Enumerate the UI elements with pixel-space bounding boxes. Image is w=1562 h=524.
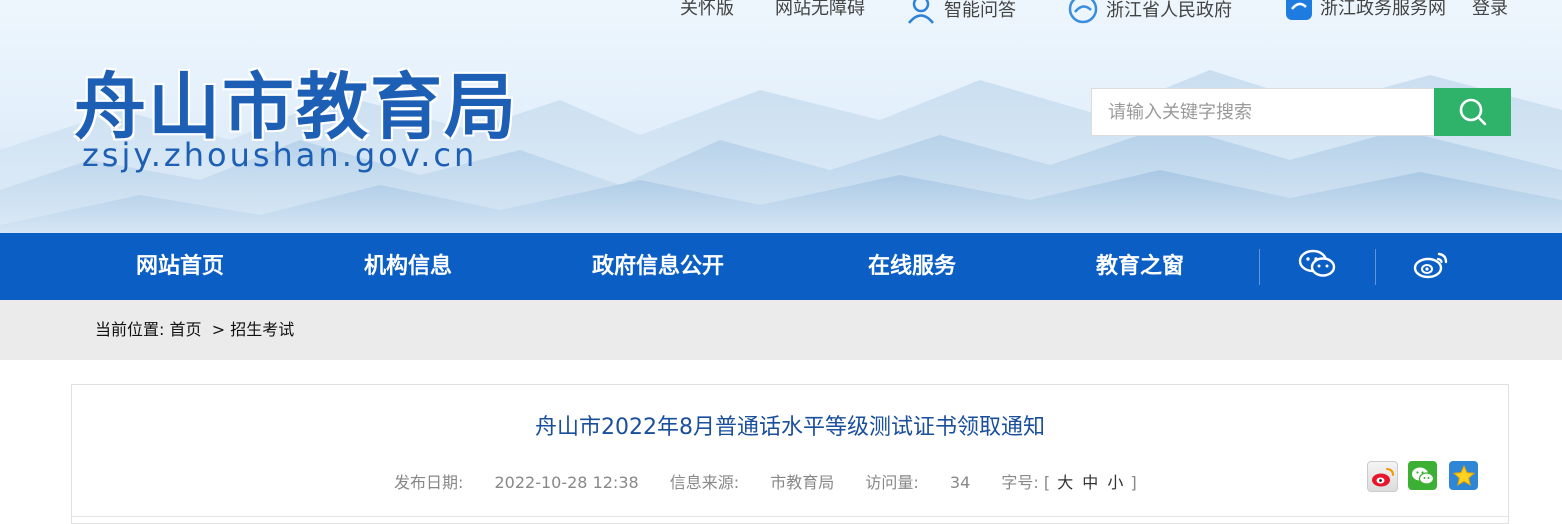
smart-qa-link[interactable]: 智能问答 — [906, 0, 1016, 24]
main-nav: 网站首页 机构信息 政府信息公开 在线服务 教育之窗 — [0, 233, 1562, 300]
smart-qa-label: 智能问答 — [944, 0, 1016, 21]
breadcrumb-current-link[interactable]: 招生考试 — [230, 320, 294, 339]
nav-item-online-service[interactable]: 在线服务 — [868, 233, 956, 300]
font-size-small-button[interactable]: 小 — [1107, 473, 1123, 492]
article-card: 舟山市2022年8月普通话水平等级测试证书领取通知 发布日期: 2022-10-… — [71, 384, 1509, 524]
breadcrumb: 当前位置: 首页 > 招生考试 — [0, 300, 1562, 360]
visit-count: 访问量: 34 — [865, 473, 975, 492]
breadcrumb-separator: > — [211, 320, 226, 339]
publish-date-value: 2022-10-28 12:38 — [494, 473, 639, 492]
wechat-icon — [1411, 467, 1434, 485]
info-source: 信息来源: 市教育局 — [670, 473, 840, 492]
article-meta: 发布日期: 2022-10-28 12:38 信息来源: 市教育局 访问量: 3… — [394, 469, 1163, 493]
share-wechat-button[interactable] — [1408, 461, 1437, 490]
breadcrumb-prefix: 当前位置: — [95, 320, 165, 339]
site-header: 关怀版 网站无障碍 智能问答 浙江省人民政府 浙江政务服务网 登录 舟山市教育局 — [0, 0, 1562, 233]
zhejiang-gov-link[interactable]: 浙江省人民政府 — [1068, 0, 1232, 24]
zhejiang-service-icon — [1286, 0, 1312, 20]
nav-item-education-window[interactable]: 教育之窗 — [1096, 233, 1184, 300]
search-icon — [1459, 98, 1486, 126]
nav-divider — [1259, 249, 1260, 285]
breadcrumb-trail: 当前位置: 首页 > 招生考试 — [95, 300, 294, 360]
font-size-large-button[interactable]: 大 — [1057, 473, 1073, 492]
breadcrumb-home-link[interactable]: 首页 — [170, 320, 202, 339]
share-weibo-button[interactable] — [1367, 461, 1398, 492]
search-button[interactable] — [1434, 88, 1511, 136]
nav-item-home[interactable]: 网站首页 — [136, 233, 224, 300]
search-box — [1091, 88, 1511, 136]
font-size-medium-button[interactable]: 中 — [1082, 473, 1098, 492]
favorite-star-icon — [1452, 464, 1475, 486]
info-source-label: 信息来源: — [669, 473, 740, 492]
font-size-bracket-open: [ — [1043, 473, 1051, 492]
zhejiang-gov-icon — [1068, 0, 1098, 24]
accessibility-label: 网站无障碍 — [775, 0, 865, 19]
nav-wechat-button[interactable] — [1297, 247, 1337, 281]
site-domain: zsjy.zhoushan.gov.cn — [82, 136, 478, 174]
zhejiang-gov-label: 浙江省人民政府 — [1106, 0, 1232, 21]
share-favorite-button[interactable] — [1449, 461, 1478, 490]
login-label: 登录 — [1472, 0, 1508, 19]
font-size-switcher: 字号: [ 大 中 小 ] — [1001, 473, 1136, 492]
visit-count-value: 34 — [949, 473, 971, 492]
weibo-icon — [1413, 252, 1448, 279]
nav-item-gov-info[interactable]: 政府信息公开 — [592, 233, 724, 300]
font-size-label: 字号: — [1001, 473, 1039, 492]
weibo-icon — [1371, 467, 1394, 486]
visit-count-label: 访问量: — [865, 473, 919, 492]
nav-item-organization[interactable]: 机构信息 — [364, 233, 452, 300]
article-header-divider — [72, 516, 1508, 517]
article-title: 舟山市2022年8月普通话水平等级测试证书领取通知 — [535, 415, 1045, 440]
care-version-label: 关怀版 — [680, 0, 734, 19]
publish-date: 发布日期: 2022-10-28 12:38 — [394, 473, 644, 492]
accessibility-link[interactable]: 网站无障碍 — [775, 0, 865, 20]
zhejiang-service-link[interactable]: 浙江政务服务网 — [1286, 0, 1446, 20]
wechat-icon — [1298, 249, 1336, 277]
publish-date-label: 发布日期: — [394, 473, 464, 492]
login-link[interactable]: 登录 — [1472, 0, 1508, 20]
search-input[interactable] — [1091, 88, 1434, 136]
nav-divider — [1375, 249, 1376, 285]
nav-weibo-button[interactable] — [1412, 247, 1452, 281]
user-service-icon — [906, 0, 936, 24]
top-utility-bar: 关怀版 网站无障碍 智能问答 浙江省人民政府 浙江政务服务网 登录 — [0, 0, 1562, 24]
info-source-value: 市教育局 — [770, 473, 835, 492]
font-size-bracket-close: ] — [1130, 473, 1137, 492]
zhejiang-service-label: 浙江政务服务网 — [1320, 0, 1446, 19]
care-version-link[interactable]: 关怀版 — [680, 0, 734, 20]
